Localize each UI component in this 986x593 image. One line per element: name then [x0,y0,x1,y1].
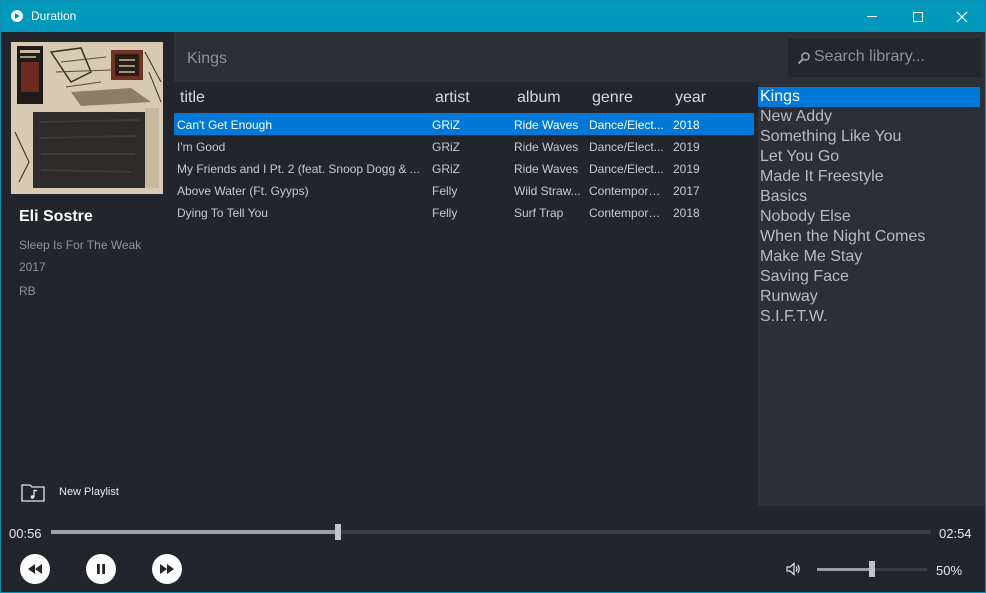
header-bar: Kings [174,32,985,82]
table-row[interactable]: I'm Good GRiZ Ride Waves Dance/Elect... … [174,135,754,157]
column-header-album[interactable]: album [517,89,561,107]
now-playing-genre: RB [19,284,36,298]
app-window: Duration Eli Sostre Sleep Is For The Wea… [0,0,986,593]
cell-genre: Contempora... [589,184,665,198]
cell-title: Can't Get Enough [177,118,273,132]
cell-genre: Dance/Elect... [589,162,664,176]
playlist-item[interactable]: Let You Go [758,147,985,167]
folder-music-icon [21,484,45,502]
cell-artist: Felly [432,206,458,220]
playlist-item[interactable]: Basics [758,187,985,207]
cell-artist: GRiZ [432,162,460,176]
now-playing-artist: Eli Sostre [19,208,93,225]
cell-artist: Felly [432,184,458,198]
cell-genre: Dance/Elect... [589,118,664,132]
cell-year: 2019 [673,162,700,176]
playlist-item[interactable]: Made It Freestyle [758,167,985,187]
cell-artist: GRiZ [432,140,460,154]
cell-artist: GRiZ [432,118,460,132]
cell-album: Surf Trap [514,206,564,220]
album-art-image [11,42,163,194]
playlist-list: Kings New Addy Something Like You Let Yo… [758,82,985,506]
table-row[interactable]: Dying To Tell You Felly Surf Trap Contem… [174,201,754,223]
cell-album: Ride Waves [514,118,579,132]
seek-handle[interactable] [334,524,341,540]
pause-icon [97,564,105,574]
cell-title: Above Water (Ft. Gyyps) [177,184,309,198]
seek-bar[interactable] [51,524,931,540]
volume-handle[interactable] [869,561,875,577]
column-header-year[interactable]: year [675,89,706,107]
search-icon [797,52,810,65]
close-button[interactable] [939,1,985,32]
fast-forward-button[interactable] [152,554,182,584]
new-playlist-button[interactable]: New Playlist [21,481,119,503]
rewind-button[interactable] [20,554,50,584]
window-title: Duration [31,9,77,23]
new-playlist-label: New Playlist [59,486,119,498]
playlist-item[interactable]: Saving Face [758,267,985,287]
column-header-title[interactable]: title [180,89,205,107]
volume-icon[interactable] [785,561,801,577]
cell-year: 2018 [673,206,700,220]
cell-year: 2019 [673,140,700,154]
cell-album: Wild Straw... [514,184,581,198]
current-playlist-title: Kings [187,50,228,67]
playlist-item[interactable]: Runway [758,287,985,307]
song-table: title artist album genre year Can't Get … [174,82,754,506]
song-rows: Can't Get Enough GRiZ Ride Waves Dance/E… [174,113,754,223]
now-playing-year: 2017 [19,260,46,274]
search-input[interactable] [814,46,974,68]
cell-title: Dying To Tell You [177,206,268,220]
cell-genre: Dance/Elect... [589,140,664,154]
volume-slider[interactable] [817,561,927,577]
play-circle-icon [11,10,23,22]
cell-genre: Contempora... [589,206,665,220]
playlist-item[interactable]: Something Like You [758,127,985,147]
column-header-genre[interactable]: genre [592,89,633,107]
now-playing-album: Sleep Is For The Weak [19,238,142,252]
maximize-icon [913,11,923,22]
pause-button[interactable] [86,554,116,584]
seek-progress [51,530,338,534]
playlist-item[interactable]: New Addy [758,107,985,127]
fast-forward-icon [160,564,174,574]
album-art [11,42,163,194]
column-header-artist[interactable]: artist [435,89,470,107]
cell-title: I'm Good [177,140,226,154]
table-row[interactable]: Above Water (Ft. Gyyps) Felly Wild Straw… [174,179,754,201]
cell-year: 2018 [673,118,700,132]
playlist-item[interactable]: When the Night Comes [758,227,985,247]
maximize-button[interactable] [895,1,941,32]
playlist-item[interactable]: Kings [758,87,980,107]
search-box[interactable] [788,38,981,77]
minimize-button[interactable] [849,1,895,32]
volume-percent: 50% [936,563,963,578]
close-icon [956,11,968,22]
now-playing-panel: Eli Sostre Sleep Is For The Weak 2017 RB… [1,32,174,506]
table-row[interactable]: Can't Get Enough GRiZ Ride Waves Dance/E… [174,113,754,135]
volume-level [817,568,872,571]
playlist-item[interactable]: Make Me Stay [758,247,985,267]
cell-title: My Friends and I Pt. 2 (feat. Snoop Dogg… [177,162,420,176]
playlist-item[interactable]: Nobody Else [758,207,985,227]
table-row[interactable]: My Friends and I Pt. 2 (feat. Snoop Dogg… [174,157,754,179]
minimize-icon [867,16,877,17]
player-bar: 00:56 02:54 50% [1,506,985,592]
title-bar[interactable]: Duration [1,1,985,32]
current-time: 00:56 [9,526,42,541]
playlist-item[interactable]: S.I.F.T.W. [758,307,985,327]
cell-year: 2017 [673,184,700,198]
cell-album: Ride Waves [514,162,579,176]
cell-album: Ride Waves [514,140,579,154]
rewind-icon [28,564,42,574]
total-time: 02:54 [939,526,972,541]
